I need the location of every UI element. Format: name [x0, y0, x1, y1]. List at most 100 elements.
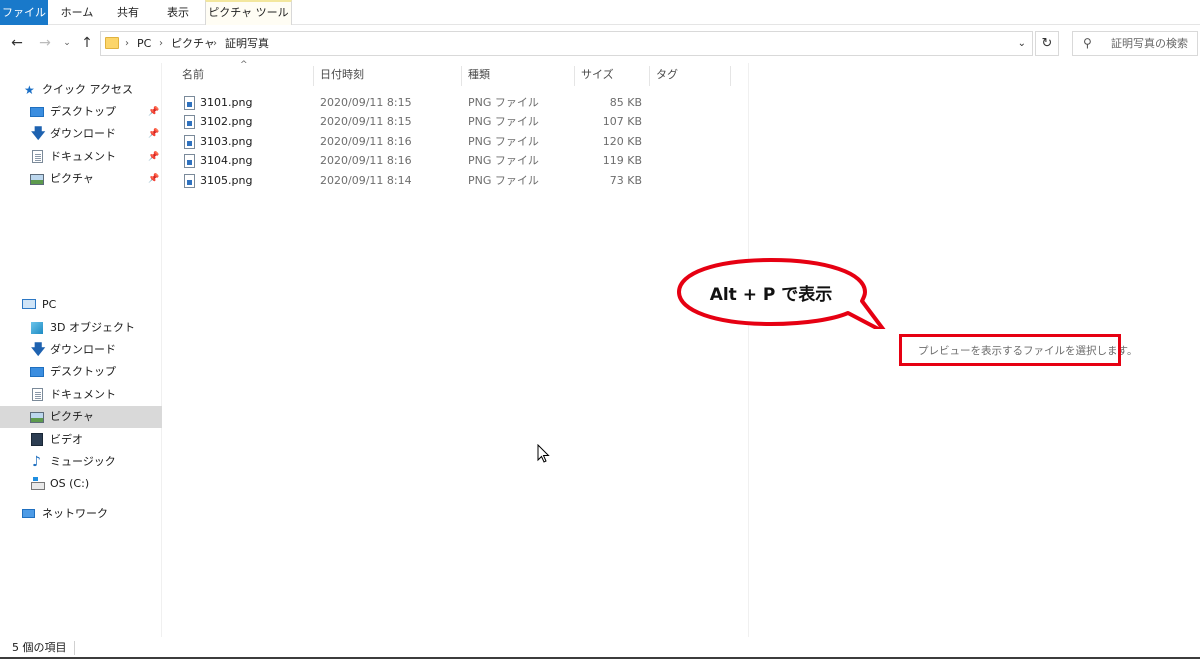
column-divider[interactable]: [461, 66, 462, 86]
nav-label: 3D オブジェクト: [50, 321, 135, 334]
file-type: PNG ファイル: [468, 115, 539, 128]
nav-label: デスクトップ: [50, 105, 116, 118]
nav-quick-desktop[interactable]: デスクトップ 📌: [0, 101, 162, 123]
file-row[interactable]: 3105.png 2020/09/11 8:14 PNG ファイル 73 KB: [180, 171, 650, 191]
file-date: 2020/09/11 8:16: [320, 135, 412, 148]
file-row[interactable]: 3103.png 2020/09/11 8:16 PNG ファイル 120 KB: [180, 132, 650, 152]
nav-network[interactable]: ネットワーク: [0, 503, 162, 525]
column-header-name[interactable]: 名前: [182, 63, 204, 87]
tab-home[interactable]: ホーム: [56, 0, 98, 25]
breadcrumb-pc[interactable]: PC: [137, 32, 151, 55]
nav-label: ドキュメント: [50, 388, 116, 401]
nav-os-drive[interactable]: OS (C:): [0, 473, 162, 495]
pin-icon[interactable]: 📌: [148, 146, 159, 168]
file-name: 3101.png: [200, 96, 253, 109]
breadcrumb-separator-icon[interactable]: ›: [125, 32, 129, 55]
file-name: 3103.png: [200, 135, 253, 148]
column-divider[interactable]: [649, 66, 650, 86]
navigation-pane: ★ クイック アクセス デスクトップ 📌 🡇 ダウンロード 📌 ドキュメント 📌…: [0, 63, 162, 637]
nav-pictures[interactable]: ピクチャ: [0, 406, 162, 428]
forward-arrow-icon[interactable]: →: [36, 33, 54, 53]
column-header-date[interactable]: 日付時刻: [320, 63, 364, 87]
recent-locations-chevron-icon[interactable]: ⌄: [58, 33, 76, 53]
callout-text: Alt + P で表示: [709, 285, 833, 305]
back-arrow-icon[interactable]: ←: [8, 33, 26, 53]
music-note-icon: ♪: [32, 454, 41, 470]
nav-quick-documents[interactable]: ドキュメント 📌: [0, 146, 162, 168]
breadcrumb-separator-icon[interactable]: ›: [213, 32, 217, 55]
search-box[interactable]: ⚲ 証明写真の検索: [1072, 31, 1198, 56]
address-row: ← → ⌄ ↑ › PC › ピクチャ › 証明写真 ⌄ ↻ ⚲ 証明写真の検索: [0, 25, 1200, 63]
png-file-icon: [184, 115, 195, 129]
nav-3d-objects[interactable]: 3D オブジェクト: [0, 317, 162, 339]
file-row[interactable]: 3102.png 2020/09/11 8:15 PNG ファイル 107 KB: [180, 112, 650, 132]
tab-view[interactable]: 表示: [158, 0, 198, 25]
file-date: 2020/09/11 8:15: [320, 96, 412, 109]
nav-documents[interactable]: ドキュメント: [0, 384, 162, 406]
file-date: 2020/09/11 8:14: [320, 174, 412, 187]
address-bar[interactable]: › PC › ピクチャ › 証明写真 ⌄: [100, 31, 1033, 56]
ribbon: ファイル ホーム 共有 表示 ピクチャ ツール: [0, 0, 1200, 25]
item-count: 5 個の項目: [12, 641, 67, 654]
file-row[interactable]: 3101.png 2020/09/11 8:15 PNG ファイル 85 KB: [180, 93, 650, 113]
pictures-icon: [30, 174, 44, 185]
pictures-icon: [30, 412, 44, 423]
address-dropdown-chevron-icon[interactable]: ⌄: [1018, 32, 1026, 55]
nav-music[interactable]: ♪ ミュージック: [0, 451, 162, 473]
png-file-icon: [184, 96, 195, 110]
tab-picture-tools[interactable]: ピクチャ ツール: [205, 0, 292, 25]
pc-icon: [22, 299, 36, 309]
nav-label: PC: [42, 298, 57, 311]
nav-pc[interactable]: PC: [0, 294, 162, 316]
nav-label: ピクチャ: [50, 410, 94, 423]
document-icon: [32, 388, 43, 401]
video-icon: [31, 433, 43, 446]
pin-icon[interactable]: 📌: [148, 168, 159, 190]
nav-label: ダウンロード: [50, 127, 116, 140]
column-divider[interactable]: [313, 66, 314, 86]
breadcrumb-pictures[interactable]: ピクチャ: [171, 32, 215, 55]
pin-icon[interactable]: 📌: [148, 101, 159, 123]
search-icon: ⚲: [1083, 36, 1092, 50]
file-row[interactable]: 3104.png 2020/09/11 8:16 PNG ファイル 119 KB: [180, 151, 650, 171]
3d-objects-icon: [31, 322, 43, 334]
nav-desktop[interactable]: デスクトップ: [0, 361, 162, 383]
nav-label: ピクチャ: [50, 172, 94, 185]
column-divider[interactable]: [574, 66, 575, 86]
refresh-button[interactable]: ↻: [1035, 31, 1059, 56]
nav-quick-downloads[interactable]: 🡇 ダウンロード 📌: [0, 123, 162, 145]
nav-videos[interactable]: ビデオ: [0, 429, 162, 451]
column-divider[interactable]: [730, 66, 731, 86]
file-name: 3102.png: [200, 115, 253, 128]
file-date: 2020/09/11 8:16: [320, 154, 412, 167]
highlight-box: [899, 334, 1121, 366]
file-size: 85 KB: [609, 96, 642, 109]
tab-file[interactable]: ファイル: [0, 0, 48, 25]
tab-share[interactable]: 共有: [108, 0, 148, 25]
nav-quick-access[interactable]: ★ クイック アクセス: [0, 79, 162, 101]
callout-bubble: Alt + P で表示: [676, 257, 888, 329]
up-arrow-icon[interactable]: ↑: [78, 33, 96, 53]
file-size: 73 KB: [609, 174, 642, 187]
desktop-icon: [30, 367, 44, 377]
column-header-tags[interactable]: タグ: [656, 63, 678, 87]
breadcrumb-separator-icon[interactable]: ›: [159, 32, 163, 55]
png-file-icon: [184, 174, 195, 188]
download-icon: 🡇: [31, 342, 46, 358]
file-size: 107 KB: [602, 115, 642, 128]
preview-pane-divider[interactable]: [748, 63, 749, 637]
column-header-type[interactable]: 種類: [468, 63, 490, 87]
nav-label: ダウンロード: [50, 343, 116, 356]
nav-downloads[interactable]: 🡇 ダウンロード: [0, 339, 162, 361]
pin-icon[interactable]: 📌: [148, 123, 159, 145]
file-size: 120 KB: [602, 135, 642, 148]
document-icon: [32, 150, 43, 163]
status-divider: [74, 641, 75, 655]
mouse-cursor-icon: [537, 443, 551, 467]
breadcrumb-id-photos[interactable]: 証明写真: [225, 32, 269, 55]
nav-label: OS (C:): [50, 477, 90, 490]
column-header-size[interactable]: サイズ: [581, 63, 614, 87]
search-placeholder: 証明写真の検索: [1111, 37, 1188, 50]
nav-label: クイック アクセス: [42, 83, 133, 96]
nav-quick-pictures[interactable]: ピクチャ 📌: [0, 168, 162, 190]
